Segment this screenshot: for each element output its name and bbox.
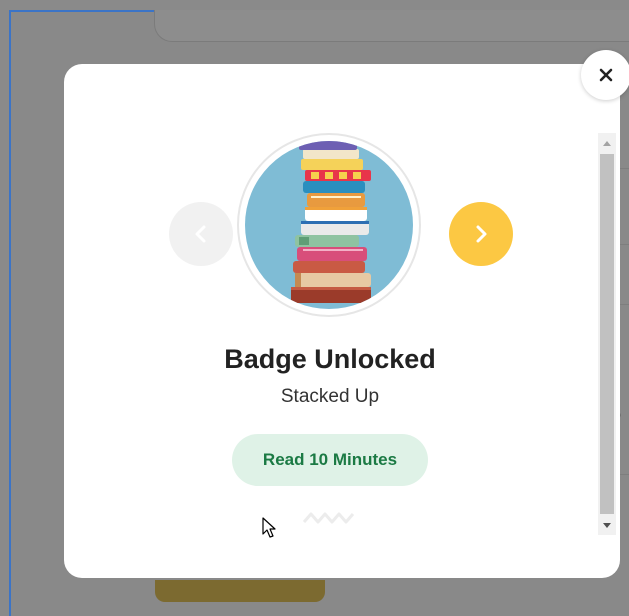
- scroll-down-arrow[interactable]: [598, 515, 616, 535]
- badge-image: [237, 133, 421, 317]
- chevron-left-icon: [195, 225, 206, 243]
- mouse-cursor: [262, 517, 276, 538]
- modal-scrollbar[interactable]: [598, 133, 616, 535]
- chevron-right-icon: [476, 225, 487, 243]
- badge-background: [245, 141, 413, 309]
- next-badge-button[interactable]: [449, 202, 513, 266]
- background-search-bar: [154, 10, 629, 42]
- decorative-squiggle: [302, 512, 355, 524]
- stack-of-books-icon: [291, 141, 371, 303]
- previous-badge-button[interactable]: [169, 202, 233, 266]
- background-button: [155, 580, 325, 602]
- close-button[interactable]: [581, 50, 629, 100]
- badge-name: Stacked Up: [280, 386, 380, 407]
- badge-status-title: Badge Unlocked: [224, 344, 436, 374]
- close-icon: [599, 68, 613, 82]
- badge-requirement-pill: Read 10 Minutes: [232, 434, 428, 486]
- scroll-up-arrow[interactable]: [598, 133, 616, 153]
- scroll-thumb[interactable]: [600, 154, 614, 514]
